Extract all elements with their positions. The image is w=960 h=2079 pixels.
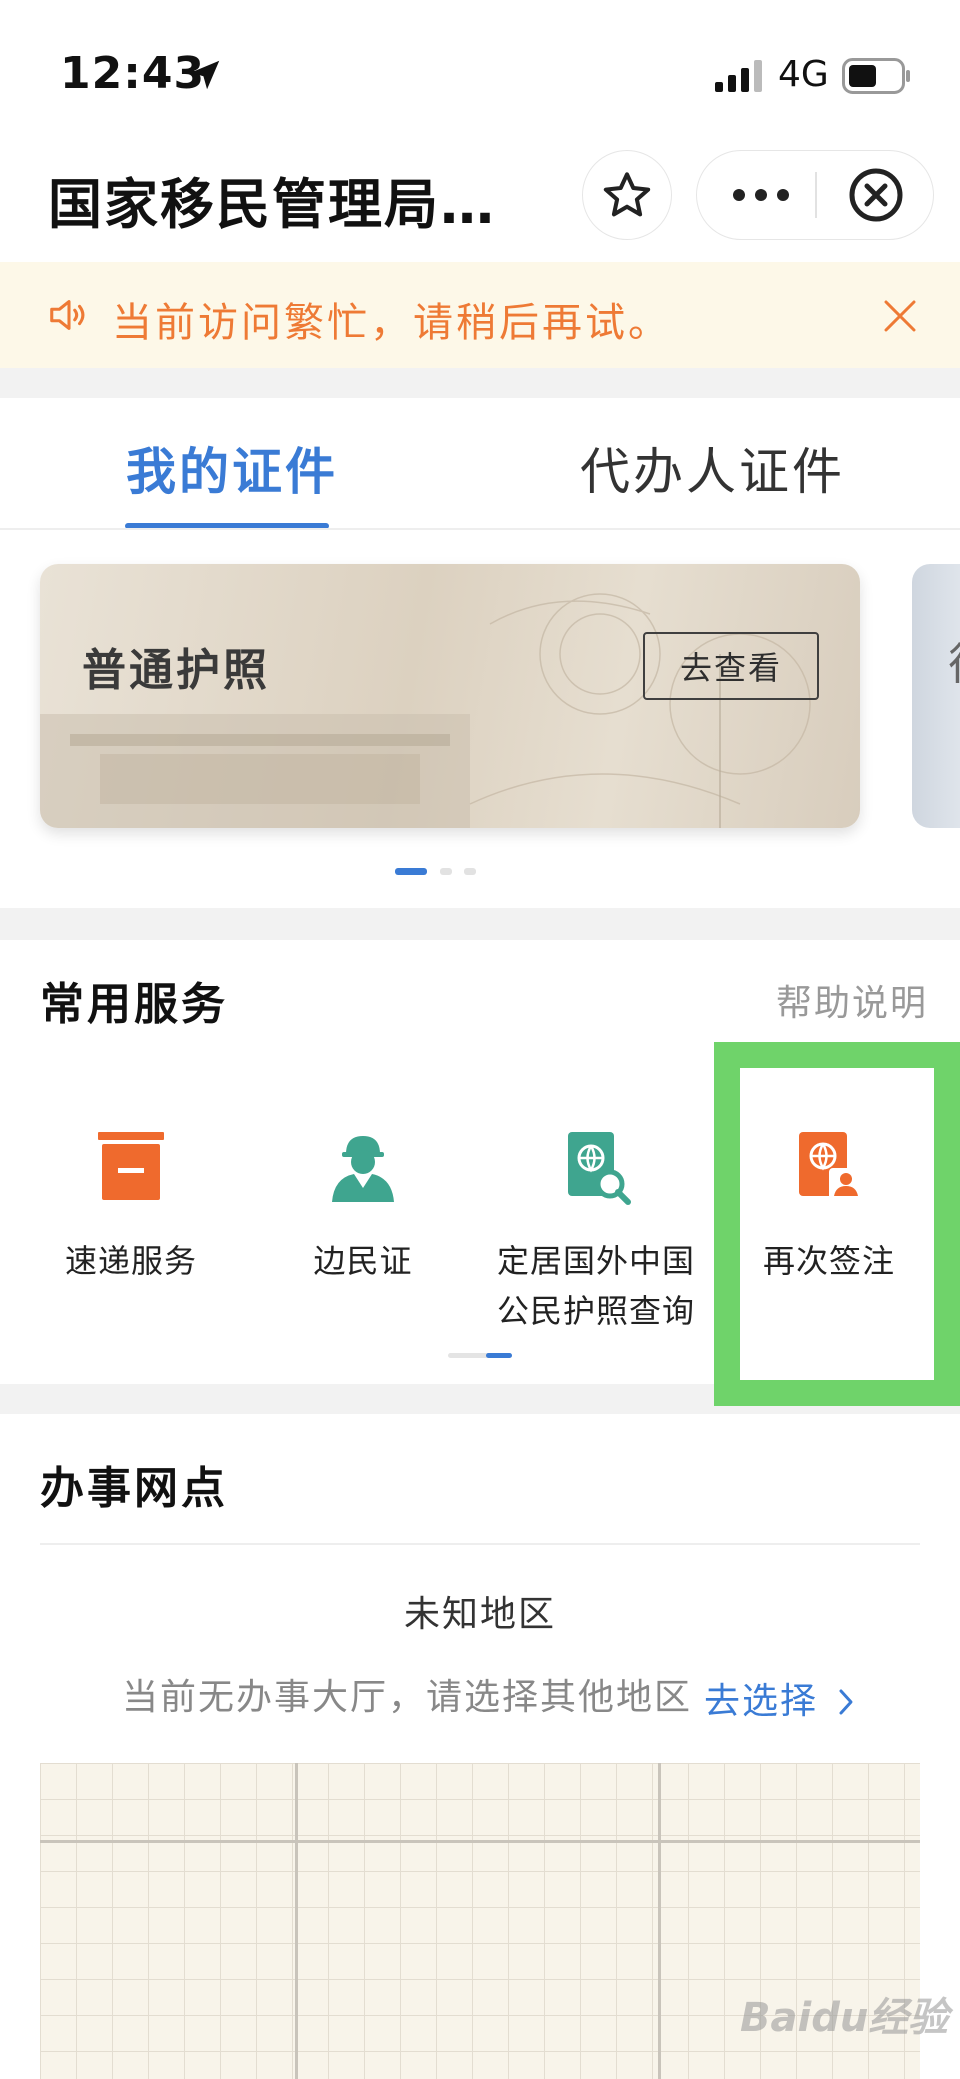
service-label-express[interactable]: 速递服务 — [40, 1236, 222, 1286]
close-miniapp-button[interactable] — [826, 152, 926, 238]
capsule-divider — [815, 172, 817, 218]
offices-title: 办事网点 — [40, 1463, 228, 1514]
services-scroll-thumb — [486, 1353, 512, 1358]
view-passport-button[interactable]: 去查看 — [643, 632, 819, 700]
tab-divider — [0, 528, 960, 530]
map-road — [295, 1763, 298, 2079]
watermark-logo: Baidu经验 — [740, 1995, 949, 2041]
more-button[interactable] — [706, 152, 816, 238]
next-card-title: 往 — [948, 628, 960, 692]
close-circle-icon — [849, 168, 903, 222]
notice-text: 当前访问繁忙，请稍后再试。 — [112, 300, 671, 346]
service-label-line2: 公民护照查询 — [496, 1292, 695, 1330]
favorite-button[interactable] — [582, 150, 672, 240]
location-arrow-icon — [190, 60, 220, 90]
carousel-dot-active — [395, 868, 427, 875]
offices-divider — [40, 1543, 920, 1545]
more-dots-icon — [733, 189, 789, 201]
service-label-overseas-passport-query[interactable]: 定居国外中国 公民护照查询 — [476, 1236, 716, 1336]
map-road — [40, 1840, 920, 1843]
status-time: 12:43 — [60, 48, 206, 99]
carousel-dot — [464, 868, 476, 875]
map-road — [658, 1763, 661, 2079]
choose-region-link[interactable]: 去选择 — [704, 1672, 857, 1724]
network-type: 4G — [778, 54, 829, 95]
choose-region-label: 去选择 — [704, 1681, 819, 1722]
next-certificate-card[interactable] — [912, 564, 960, 828]
tab-my-certificates[interactable]: 我的证件 — [126, 432, 338, 504]
notice-close-icon[interactable] — [880, 296, 920, 336]
express-box-icon[interactable] — [96, 1128, 166, 1206]
help-link[interactable]: 帮助说明 — [776, 974, 928, 1026]
no-office-message: 当前无办事大厅，请选择其他地区 — [122, 1677, 693, 1718]
speaker-icon — [50, 300, 85, 330]
passport-card-title: 普通护照 — [82, 645, 270, 696]
carousel-dot — [440, 868, 452, 875]
battery-icon — [842, 58, 910, 94]
highlight-annotation-box — [714, 1042, 960, 1406]
service-label-border-resident[interactable]: 边民证 — [272, 1236, 454, 1286]
cellular-signal-icon — [715, 60, 762, 92]
star-icon — [603, 172, 651, 217]
services-title: 常用服务 — [40, 979, 228, 1030]
service-label-line1: 定居国外中国 — [496, 1242, 695, 1280]
page-title: 国家移民管理局… — [48, 173, 496, 236]
passport-search-icon[interactable] — [562, 1128, 632, 1206]
region-name: 未知地区 — [403, 1594, 556, 1635]
chevron-right-icon — [839, 1689, 853, 1715]
border-resident-icon[interactable] — [328, 1128, 398, 1206]
tab-agent-certificates[interactable]: 代办人证件 — [580, 432, 845, 504]
